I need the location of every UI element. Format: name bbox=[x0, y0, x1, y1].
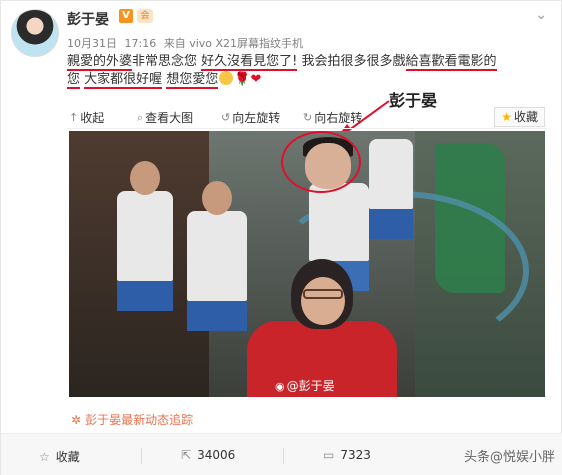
rotate-right-label: 向右旋转 bbox=[314, 111, 363, 125]
post-photo[interactable]: ◉ @彭于晏 bbox=[69, 131, 545, 397]
weibo-logo-icon: ◉ bbox=[275, 380, 285, 393]
post-source: 来自 vivo X21屏幕指纹手机 bbox=[163, 37, 304, 50]
favorite-label: 收藏 bbox=[513, 110, 538, 124]
heart-icon: ❤ bbox=[250, 72, 262, 87]
action-bar: ☆ 收藏 ⇱ 34006 ▭ 7323 头条@悦娱小胖 bbox=[1, 433, 562, 475]
repost-count: 34006 bbox=[197, 448, 236, 462]
smiley-emoji-icon bbox=[219, 71, 234, 85]
content-segment: 我会拍很多很多戲 bbox=[301, 54, 406, 69]
content-segment: 好久沒看見您了! bbox=[201, 54, 298, 71]
share-icon: ⇱ bbox=[181, 448, 192, 462]
brand-watermark: 头条@悦娱小胖 bbox=[463, 450, 555, 465]
photo-child bbox=[117, 161, 173, 311]
collapse-icon: ↑ bbox=[69, 111, 79, 124]
content-line-2: 您 大家都很好喔 想您愛您 🌹❤ bbox=[67, 71, 543, 89]
favorite-action-label: 收藏 bbox=[55, 450, 80, 464]
photo-child bbox=[369, 139, 413, 239]
collapse-label: 收起 bbox=[80, 111, 105, 125]
favorite-image-button[interactable]: ★ 收藏 bbox=[494, 107, 545, 127]
photo-grandmother-face bbox=[301, 277, 345, 325]
rotate-left-label: 向左旋转 bbox=[232, 111, 281, 125]
comment-icon: ▭ bbox=[323, 448, 335, 462]
divider bbox=[283, 448, 284, 464]
image-toolbar: ↑ 收起 ⌕ 查看大图 ↺ 向左旋转 ↻ 向右旋转 bbox=[67, 105, 547, 129]
view-large-button[interactable]: ⌕ 查看大图 bbox=[137, 109, 193, 126]
content-segment: 您 bbox=[67, 72, 81, 89]
author-name[interactable]: 彭于晏 bbox=[67, 9, 109, 29]
rotate-left-button[interactable]: ↺ 向左旋转 bbox=[221, 109, 280, 126]
post-content: 親愛的外婆非常思念您 好久沒看見您了! 我会拍很多很多戲給喜歡看電影的 您 大家… bbox=[67, 53, 543, 89]
highlight-circle bbox=[281, 131, 361, 193]
vip-badge-icon: V bbox=[119, 9, 133, 23]
content-segment: 大家都很好喔 bbox=[84, 72, 163, 89]
post-meta: 10月31日 17:16 来自 vivo X21屏幕指纹手机 bbox=[67, 35, 307, 51]
view-large-label: 查看大图 bbox=[145, 111, 194, 125]
star-outline-icon: ☆ bbox=[39, 449, 50, 464]
comment-count: 7323 bbox=[340, 448, 371, 462]
rotate-right-icon: ↻ bbox=[303, 111, 313, 124]
rotate-right-button[interactable]: ↻ 向右旋转 bbox=[303, 109, 362, 126]
search-icon: ⌕ bbox=[137, 110, 144, 124]
chevron-down-icon[interactable]: ⌄ bbox=[535, 7, 547, 23]
content-segment: 想您愛您 bbox=[166, 72, 219, 89]
weibo-post: 彭于晏 V 会 ⌄ 10月31日 17:16 来自 vivo X21屏幕指纹手机… bbox=[0, 0, 562, 475]
photo-child bbox=[309, 183, 369, 291]
photo-watermark: ◉ @彭于晏 bbox=[275, 377, 335, 394]
content-segment: 給喜歡看電影的 bbox=[405, 54, 497, 71]
post-time[interactable]: 17:16 bbox=[125, 37, 157, 50]
repost-button[interactable]: ⇱ 34006 bbox=[181, 448, 235, 462]
post-date[interactable]: 10月31日 bbox=[67, 37, 117, 50]
watermark-label: @彭于晏 bbox=[286, 379, 335, 393]
sparkle-icon: ✲ bbox=[71, 413, 82, 427]
content-segment: 親愛的外婆 bbox=[67, 54, 133, 71]
dynamic-tracking-link[interactable]: ✲ 彭于晏最新动态追踪 bbox=[71, 411, 193, 428]
avatar[interactable] bbox=[11, 9, 59, 57]
rotate-left-icon: ↺ bbox=[221, 111, 231, 124]
track-label: 彭于晏最新动态追踪 bbox=[85, 413, 194, 427]
photo-child bbox=[187, 181, 247, 331]
member-badge-icon: 会 bbox=[137, 9, 153, 23]
favorite-button[interactable]: ☆ 收藏 bbox=[39, 448, 80, 465]
divider bbox=[141, 448, 142, 464]
star-icon: ★ bbox=[501, 110, 512, 124]
collapse-button[interactable]: ↑ 收起 bbox=[69, 109, 104, 126]
photo-grandmother-glasses bbox=[303, 289, 343, 299]
comment-button[interactable]: ▭ 7323 bbox=[323, 448, 371, 462]
content-segment: 非常思念您 bbox=[132, 54, 198, 69]
rose-icon: 🌹 bbox=[234, 72, 251, 87]
content-line-1: 親愛的外婆非常思念您 好久沒看見您了! 我会拍很多很多戲給喜歡看電影的 bbox=[67, 53, 543, 71]
